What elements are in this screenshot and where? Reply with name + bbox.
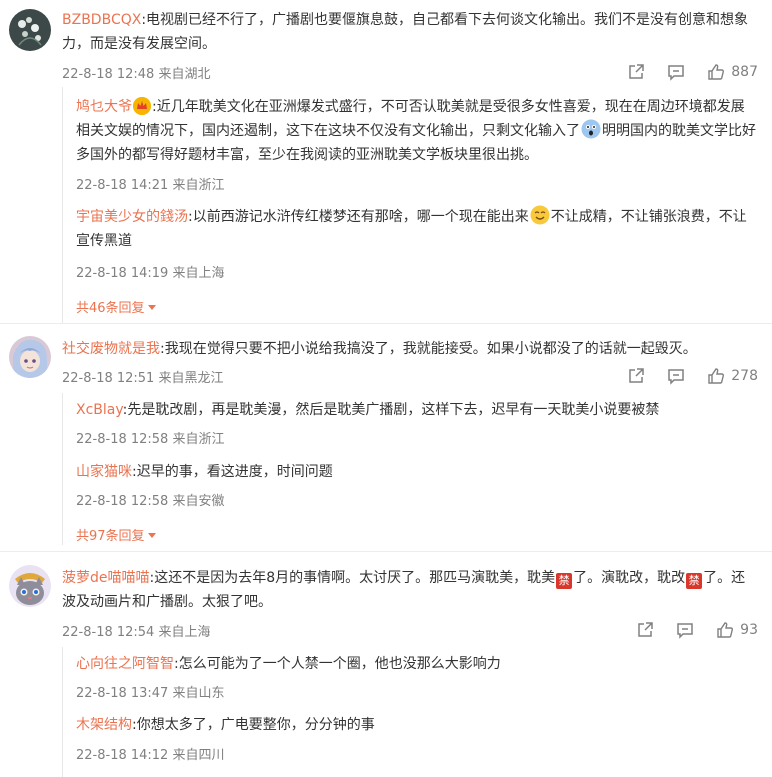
comment-button[interactable] [667,367,685,385]
comment-text: BZBDBCQX:电视剧已经不行了，广播剧也要偃旗息鼓，自己都看下去何谈文化输出… [62,8,756,56]
reply-text: 山家猫咪:迟早的事，看这进度，时间问题 [76,460,756,484]
share-icon [629,368,645,383]
comment-icon [668,369,685,385]
reply-meta: 22-8-18 13:47 来自山东 [76,686,225,701]
divider [0,323,772,324]
reply-body: :你想太多了，广电要整你，分分钟的事 [132,717,375,733]
comment-meta: 22-8-18 12:54 来自上海 [62,625,211,640]
share-button[interactable] [627,367,645,385]
reply-meta: 22-8-18 12:58 来自安徽 [76,494,225,509]
comment-username[interactable]: 菠萝de喵喵喵 [62,570,150,586]
emoji-shocked-icon [581,119,601,139]
comment-icon [677,623,693,639]
reply-meta: 22-8-18 14:12 来自四川 [76,748,225,763]
ban-badge: 禁 [686,573,703,589]
comment-actions: 278 [605,366,758,386]
avatar[interactable] [9,565,51,607]
comment-body: :我现在觉得只要不把小说给我搞没了，我就能接受。如果小说都没了的话就一起毁灭。 [160,341,697,357]
comment-body: :这还不是因为去年8月的事情啊。太讨厌了。那匹马演耽美，耽美 [149,570,556,586]
comment-body-cont: 了。演耽改，耽改 [573,570,686,586]
share-button[interactable] [636,621,654,639]
like-button[interactable]: 278 [707,367,758,385]
reply-body: :以前西游记水浒传红楼梦还有那啥，哪一个现在能出来 [188,209,529,225]
like-count: 278 [731,368,758,384]
comment-button[interactable] [667,63,685,81]
reply-meta: 22-8-18 12:58 来自浙江 [76,432,225,447]
reply-text: 木架结构:你想太多了，广电要整你，分分钟的事 [76,713,756,737]
reply-text: 心向往之阿智智:怎么可能为了一个人禁一个圈，他也没那么大影响力 [76,652,756,676]
like-icon [708,368,725,384]
reply-divider [62,87,63,323]
reply-username[interactable]: 木架结构 [76,717,132,733]
comment-1: BZBDBCQX:电视剧已经不行了，广播剧也要偃旗息鼓，自己都看下去何谈文化输出… [0,0,772,330]
more-replies-link[interactable]: 共97条回复 [76,525,156,544]
avatar[interactable] [9,9,51,51]
like-icon [717,622,734,638]
reply-body: :迟早的事，看这进度，时间问题 [132,464,333,480]
reply-text: 宇宙美少女的錢汤:以前西游记水浒传红楼梦还有那啥，哪一个现在能出来 不让成精，不… [76,205,756,253]
reply-username[interactable]: XcBlay [76,402,123,418]
more-replies-label: 共97条回复 [76,529,145,544]
chevron-down-icon [147,533,156,538]
reply-meta: 22-8-18 14:19 来自上海 [76,266,225,281]
reply-body: :先是耽改剧，再是耽美漫，然后是耽美广播剧，这样下去，迟早有一天耽美小说要被禁 [122,402,660,418]
like-button[interactable]: 887 [707,63,758,81]
share-icon [638,622,653,637]
avatar[interactable] [9,336,51,378]
comment-username[interactable]: 社交废物就是我 [62,341,160,357]
reply-text: XcBlay:先是耽改剧，再是耽美漫，然后是耽美广播剧，这样下去，迟早有一天耽美… [76,398,756,422]
reply-divider [62,393,63,545]
like-count: 887 [731,64,758,80]
comment-icon [668,65,685,81]
emoji-smile-icon [530,205,550,225]
comment-button[interactable] [676,621,694,639]
reply-username[interactable]: 心向往之阿智智 [76,656,174,672]
comment-actions: 887 [605,62,758,82]
comment-text: 菠萝de喵喵喵:这还不是因为去年8月的事情啊。太讨厌了。那匹马演耽美，耽美禁了。… [62,566,756,614]
reply-body: :怎么可能为了一个人禁一个圈，他也没那么大影响力 [174,656,501,672]
ban-badge: 禁 [556,573,573,589]
chevron-down-icon [147,305,156,310]
reply-meta: 22-8-18 14:21 来自浙江 [76,178,225,193]
reply-username[interactable]: 宇宙美少女的錢汤 [76,209,188,225]
share-button[interactable] [627,63,645,81]
share-icon [629,64,645,79]
comment-actions: 93 [614,620,758,640]
like-button[interactable]: 93 [716,621,758,639]
reply-text: 鸠乜大爷 :近几年耽美文化在亚洲爆发式盛行，不可否认耽美就是受很多女性喜爱，现在… [76,95,756,167]
like-count: 93 [740,622,758,638]
reply-username[interactable]: 鸠乜大爷 [76,99,132,115]
more-replies-label: 共46条回复 [76,301,145,316]
more-replies-link[interactable]: 共46条回复 [76,297,156,316]
crown-badge-icon [133,97,151,115]
divider [0,551,772,552]
comment-meta: 22-8-18 12:51 来自黑龙江 [62,371,224,386]
reply-divider [62,647,63,777]
like-icon [708,64,725,80]
comment-username[interactable]: BZBDBCQX [62,12,141,28]
comment-meta: 22-8-18 12:48 来自湖北 [62,67,211,82]
comment-body: :电视剧已经不行了，广播剧也要偃旗息鼓，自己都看下去何谈文化输出。我们不是没有创… [62,12,749,52]
reply-username[interactable]: 山家猫咪 [76,464,132,480]
comment-text: 社交废物就是我:我现在觉得只要不把小说给我搞没了，我就能接受。如果小说都没了的话… [62,337,756,361]
